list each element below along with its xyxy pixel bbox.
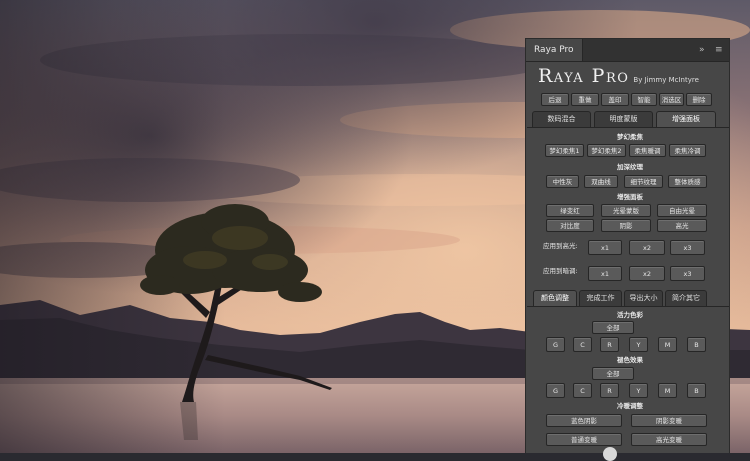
fade-c-button[interactable]: C	[573, 383, 592, 398]
tab-finish-work[interactable]: 完成工作	[579, 290, 622, 306]
brand-header: Raya Pro By Jimmy McIntyre	[538, 65, 699, 87]
fade-g-button[interactable]: G	[546, 383, 565, 398]
dreamy-warm-button[interactable]: 柔焦暖调	[629, 144, 666, 157]
undo-button[interactable]: 后退	[541, 93, 569, 106]
tab-enhance-panel[interactable]: 增强面板	[656, 111, 716, 127]
dreamy-title: 梦幻柔焦	[617, 133, 643, 141]
contrast-button[interactable]: 对比度	[546, 219, 594, 232]
panel-titlebar: Raya Pro » ≡	[526, 39, 729, 62]
enhance-title: 增强面板	[617, 193, 643, 201]
brand-author: By Jimmy McIntyre	[633, 76, 699, 84]
shadows-x1-button[interactable]: x1	[588, 266, 622, 281]
neutral-gray-button[interactable]: 中性灰	[546, 175, 579, 188]
dreamy-2-button[interactable]: 梦幻柔焦2	[587, 144, 626, 157]
round-toggle-button[interactable]	[603, 447, 617, 461]
texture-title: 加深纹理	[617, 163, 643, 171]
green-to-red-button[interactable]: 绿变红	[546, 204, 594, 217]
apply-highlights-label: 应用到高光:	[543, 242, 578, 250]
dual-curve-button[interactable]: 双曲线	[584, 175, 618, 188]
normal-warm-button[interactable]: 普通变暖	[546, 433, 622, 446]
detail-texture-button[interactable]: 细节纹理	[624, 175, 663, 188]
dreamy-1-button[interactable]: 梦幻柔焦1	[545, 144, 584, 157]
redo-button[interactable]: 重做	[571, 93, 599, 106]
vibrance-c-button[interactable]: C	[573, 337, 592, 352]
tab-luminosity-mask[interactable]: 明度蒙版	[594, 111, 653, 127]
brand-title: Raya Pro	[538, 65, 630, 87]
vibrance-all-button[interactable]: 全部	[592, 321, 634, 334]
vibrance-b-button[interactable]: B	[687, 337, 706, 352]
fade-b-button[interactable]: B	[687, 383, 706, 398]
fade-r-button[interactable]: R	[600, 383, 619, 398]
smart-button[interactable]: 智能	[631, 93, 657, 106]
overall-texture-button[interactable]: 整体质感	[668, 175, 707, 188]
dreamy-cool-button[interactable]: 柔焦冷调	[669, 144, 706, 157]
highlights-button[interactable]: 高光	[657, 219, 707, 232]
vibrance-y-button[interactable]: Y	[629, 337, 648, 352]
shadows-x2-button[interactable]: x2	[629, 266, 665, 281]
delete-button[interactable]: 删除	[686, 93, 712, 106]
expand-icon[interactable]: »	[699, 43, 705, 57]
tab-about-other[interactable]: 简介其它	[665, 290, 707, 306]
stamp-button[interactable]: 盖印	[601, 93, 629, 106]
deselect-button[interactable]: 消选区	[659, 93, 684, 106]
glow-mask-button[interactable]: 光晕蒙版	[601, 204, 651, 217]
shadows-x3-button[interactable]: x3	[670, 266, 705, 281]
lower-tab-divider	[527, 306, 729, 307]
vibrance-title: 活力色彩	[617, 311, 643, 319]
vibrance-r-button[interactable]: R	[600, 337, 619, 352]
blue-shadows-button[interactable]: 蓝色阴影	[546, 414, 622, 427]
tab-digital-blend[interactable]: 数码混合	[532, 111, 591, 127]
apply-shadows-label: 应用到暗调:	[543, 267, 578, 275]
shadows-button[interactable]: 阴影	[601, 219, 651, 232]
highlights-x3-button[interactable]: x3	[670, 240, 705, 255]
fade-title: 褪色效果	[617, 356, 643, 364]
panel-tab-title[interactable]: Raya Pro	[526, 39, 583, 61]
warm-shadows-button[interactable]: 阴影变暖	[631, 414, 707, 427]
warmcool-title: 冷暖调整	[617, 402, 643, 410]
warm-highlights-button[interactable]: 高光变暖	[631, 433, 707, 446]
free-glow-button[interactable]: 自由光晕	[657, 204, 707, 217]
panel-menu-icon[interactable]: ≡	[715, 43, 723, 57]
vibrance-m-button[interactable]: M	[658, 337, 677, 352]
highlights-x2-button[interactable]: x2	[629, 240, 665, 255]
tab-divider	[527, 127, 729, 128]
fade-y-button[interactable]: Y	[629, 383, 648, 398]
highlights-x1-button[interactable]: x1	[588, 240, 622, 255]
vibrance-g-button[interactable]: G	[546, 337, 565, 352]
fade-m-button[interactable]: M	[658, 383, 677, 398]
fade-all-button[interactable]: 全部	[592, 367, 634, 380]
tab-export-size[interactable]: 导出大小	[624, 290, 663, 306]
tab-color-adjust[interactable]: 颜色调整	[533, 290, 577, 306]
